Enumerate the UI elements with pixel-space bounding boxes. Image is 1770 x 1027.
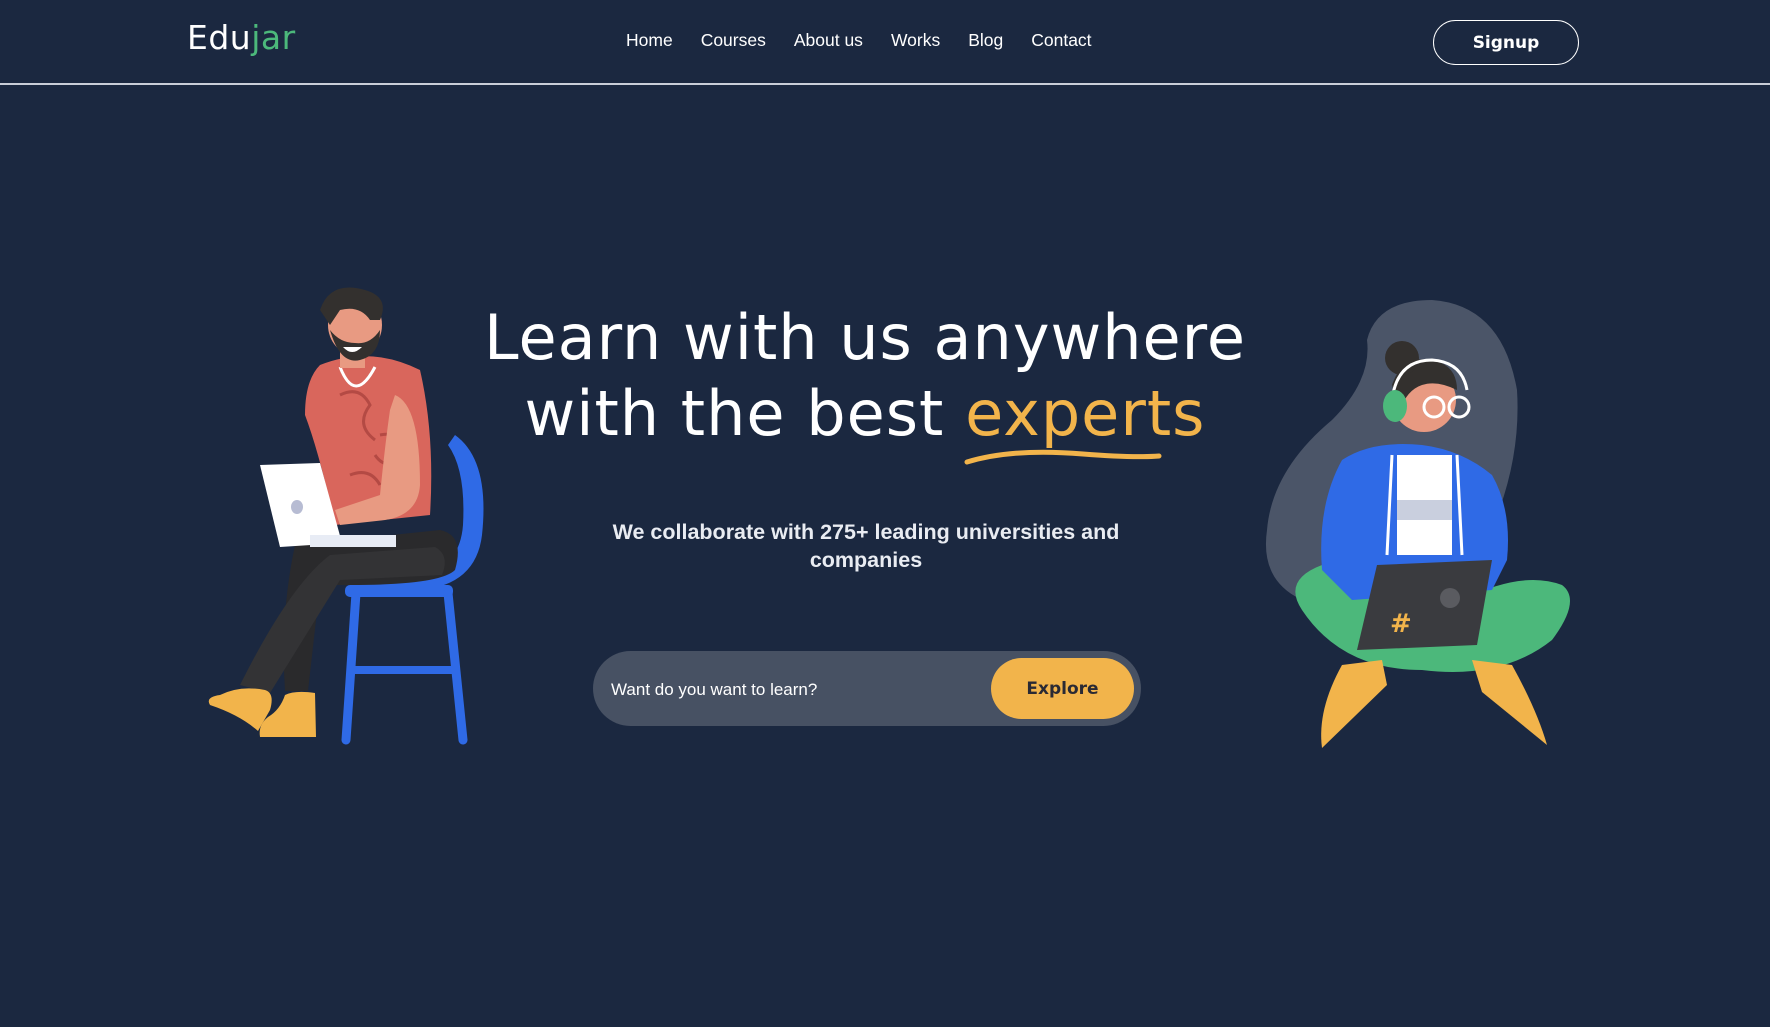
site-header: Edujar Home Courses About us Works Blog … <box>0 0 1770 85</box>
headline-line2-prefix: with the best <box>524 377 966 450</box>
logo-part2: jar <box>251 18 296 57</box>
hero-headline: Learn with us anywhere with the best exp… <box>450 300 1280 465</box>
headline-line2: with the best experts <box>450 376 1280 465</box>
explore-button[interactable]: Explore <box>991 658 1134 719</box>
landing-page: Edujar Home Courses About us Works Blog … <box>0 0 1770 1027</box>
main-nav: Home Courses About us Works Blog Contact <box>626 30 1120 51</box>
logo[interactable]: Edujar <box>187 18 296 57</box>
logo-part1: Edu <box>187 18 252 57</box>
search-bar: Explore <box>593 651 1141 728</box>
nav-about-us[interactable]: About us <box>794 30 863 51</box>
headline-line1: Learn with us anywhere <box>484 301 1246 374</box>
nav-contact[interactable]: Contact <box>1031 30 1091 51</box>
hero-subtitle: We collaborate with 275+ leading univers… <box>612 520 1120 572</box>
nav-home[interactable]: Home <box>626 30 673 51</box>
nav-works[interactable]: Works <box>891 30 940 51</box>
nav-courses[interactable]: Courses <box>701 30 766 51</box>
headline-accent-text: experts <box>965 377 1206 450</box>
headline-accent: experts <box>964 376 1206 465</box>
laptop-badge: # <box>1390 609 1412 639</box>
signup-button[interactable]: Signup <box>1433 20 1579 65</box>
search-input[interactable] <box>609 651 973 728</box>
accent-underline <box>964 449 1162 465</box>
nav-blog[interactable]: Blog <box>968 30 1003 51</box>
woman-with-headset-illustration: # <box>1265 300 1570 748</box>
